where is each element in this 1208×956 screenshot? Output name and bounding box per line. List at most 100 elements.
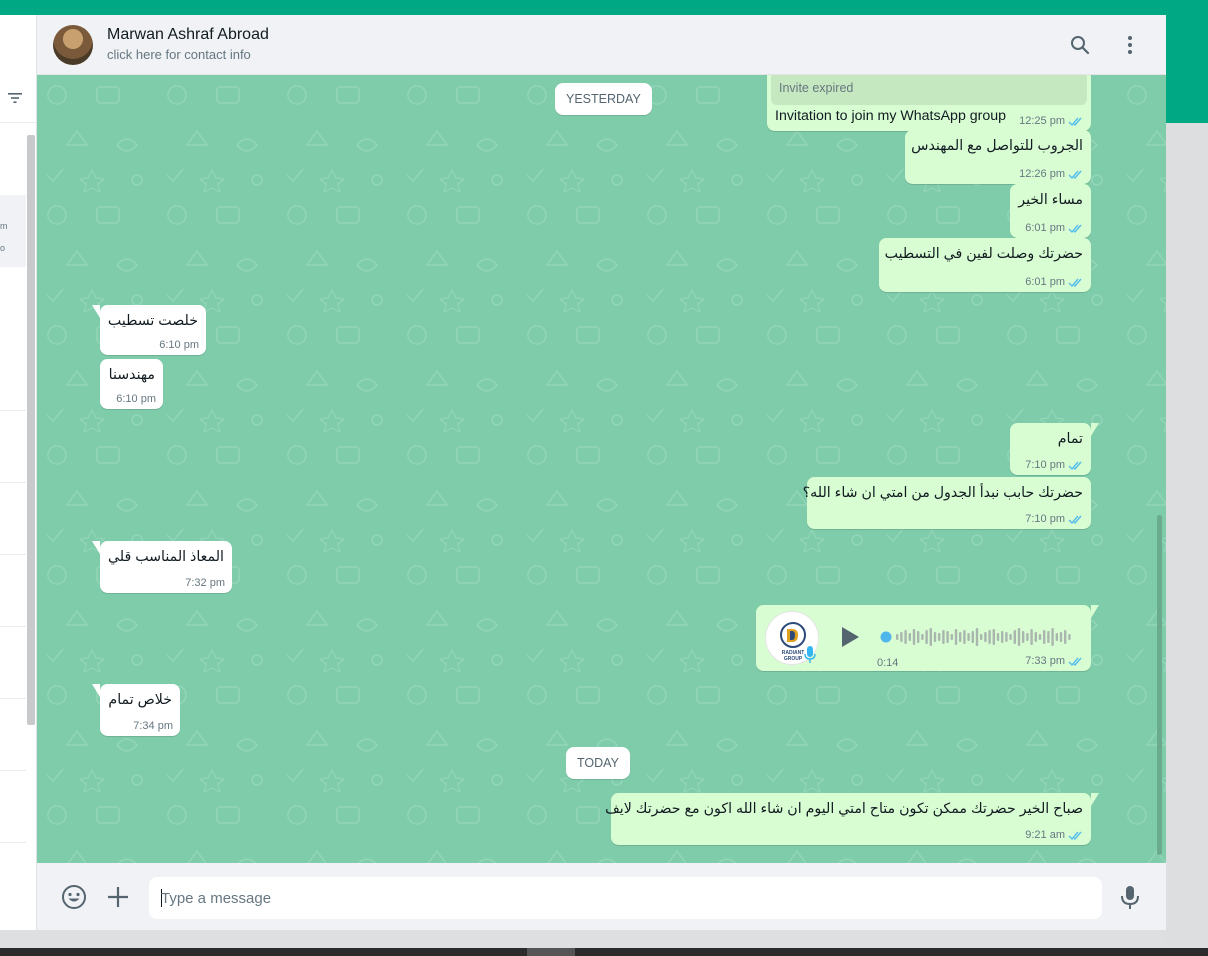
list-divider xyxy=(0,410,26,411)
attach-plus-icon[interactable] xyxy=(105,884,131,910)
waveform-bar xyxy=(946,631,949,643)
message-meta: 6:01 pm xyxy=(1025,276,1084,288)
waveform-bar xyxy=(1051,628,1054,646)
waveform-bar xyxy=(929,628,932,646)
waveform-bar xyxy=(954,629,958,645)
play-icon[interactable] xyxy=(839,625,861,649)
message-bubble-outgoing[interactable]: الجروب للتواصل مع المهندس 12:26 pm xyxy=(905,130,1091,184)
waveform-bar xyxy=(984,632,987,642)
waveform-bar xyxy=(1009,634,1012,640)
message-text: مساء الخير xyxy=(1018,192,1083,208)
conversation-header[interactable]: Marwan Ashraf Abroad click here for cont… xyxy=(37,15,1166,75)
message-time: 7:10 pm xyxy=(1025,513,1065,525)
message-bubble-outgoing[interactable]: حضرتك حابب نبدأ الجدول من امتي ان شاء ال… xyxy=(803,477,1091,529)
message-text: حضرتك وصلت لفين في التسطيب xyxy=(884,246,1083,262)
read-receipt-icon xyxy=(1068,224,1082,233)
message-bubble-incoming[interactable]: خلصت تسطيب 6:10 pm xyxy=(92,305,206,355)
message-meta: 7:32 pm xyxy=(185,577,225,589)
conversation-pane: Marwan Ashraf Abroad click here for cont… xyxy=(37,15,1166,930)
message-text: المعاذ المناسب قلي xyxy=(107,549,224,565)
message-input[interactable] xyxy=(161,877,1081,919)
message-bubble-outgoing[interactable]: تمام 7:10 pm xyxy=(1010,423,1099,475)
chat-list-panel: m o xyxy=(0,15,37,930)
waveform-bar xyxy=(950,634,953,640)
avatar[interactable] xyxy=(53,25,93,65)
message-bubble-outgoing[interactable]: حضرتك وصلت لفين في التسطيب 6:01 pm xyxy=(879,238,1091,292)
waveform-bar xyxy=(1038,634,1042,640)
chat-list-item-selected[interactable]: m o xyxy=(0,195,26,267)
waveform-bar xyxy=(1001,631,1004,643)
message-meta: 12:25 pm xyxy=(1019,115,1084,127)
list-divider xyxy=(0,626,26,627)
read-receipt-icon xyxy=(1068,461,1082,470)
message-meta: 7:34 pm xyxy=(133,720,173,732)
date-divider-today: TODAY xyxy=(566,747,630,779)
voice-duration: 0:14 xyxy=(877,657,899,669)
invite-preview[interactable]: Invite expired xyxy=(771,75,1087,105)
chat-list-scrollbar[interactable] xyxy=(27,135,35,725)
waveform-bar xyxy=(1043,630,1046,644)
waveform-bar xyxy=(988,630,991,644)
read-receipt-icon xyxy=(1068,657,1082,666)
message-time: 12:26 pm xyxy=(1019,168,1065,180)
voice-sender-avatar: RADIANT GROUP xyxy=(765,611,819,665)
waveform-bar xyxy=(1013,630,1016,644)
message-bubble-incoming[interactable]: المعاذ المناسب قلي 7:32 pm xyxy=(92,541,232,593)
message-time: 7:32 pm xyxy=(185,577,225,589)
message-bubble-outgoing[interactable]: مساء الخير 6:01 pm xyxy=(1010,184,1091,238)
search-icon[interactable] xyxy=(1068,33,1092,57)
radiant-logo-icon xyxy=(780,622,806,648)
waveform-bar xyxy=(1055,633,1058,641)
contact-info-hint[interactable]: click here for contact info xyxy=(107,47,251,62)
message-time: 9:21 am xyxy=(1025,829,1065,841)
waveform-bar xyxy=(1030,629,1033,645)
waveform-bar xyxy=(1047,631,1050,643)
taskbar-item[interactable] xyxy=(527,948,575,956)
message-time: 6:01 pm xyxy=(1025,222,1065,234)
message-bubble-outgoing[interactable]: صباح الخير حضرتك ممكن تكون متاح امتي الي… xyxy=(605,793,1099,845)
waveform-bar xyxy=(896,634,899,640)
message-bubble-incoming[interactable]: مهندسنا 6:10 pm xyxy=(100,359,163,409)
message-time: 6:10 pm xyxy=(116,393,156,405)
invite-status: Invite expired xyxy=(779,81,854,95)
message-time: 7:33 pm xyxy=(1025,655,1065,667)
message-text: صباح الخير حضرتك ممكن تكون متاح امتي الي… xyxy=(605,801,1083,817)
waveform-bar xyxy=(921,634,924,640)
filter-icon[interactable] xyxy=(7,91,23,105)
message-list-scrollbar[interactable] xyxy=(1157,515,1162,855)
read-receipt-icon xyxy=(1068,117,1082,126)
voice-message-bubble[interactable]: RADIANT GROUP 0:14 7:33 pm xyxy=(756,605,1099,671)
message-input-box[interactable] xyxy=(149,877,1102,919)
message-bubble-outgoing[interactable]: Invite expired Invitation to join my Wha… xyxy=(767,75,1091,131)
message-text: Invitation to join my WhatsApp group xyxy=(775,108,1007,124)
message-meta: 7:33 pm xyxy=(1025,655,1084,667)
message-meta: 6:10 pm xyxy=(116,393,156,405)
contact-name[interactable]: Marwan Ashraf Abroad xyxy=(107,26,269,44)
mic-badge-icon xyxy=(804,646,816,663)
audio-waveform[interactable] xyxy=(880,626,1072,648)
mic-icon[interactable] xyxy=(1117,884,1143,910)
message-list[interactable]: YESTERDAY TODAY Invite expired Invitatio… xyxy=(37,75,1166,863)
bubble-tail xyxy=(1091,793,1099,806)
chat-list-snippet: m o xyxy=(0,221,8,253)
waveform-bar xyxy=(996,633,1000,641)
waveform-bar xyxy=(1059,632,1063,642)
os-taskbar xyxy=(0,948,1208,956)
menu-dots-icon[interactable] xyxy=(1118,33,1142,57)
waveform-bar xyxy=(925,630,928,644)
message-time: 12:25 pm xyxy=(1019,115,1065,127)
waveform-bar xyxy=(1064,630,1067,644)
message-time: 7:34 pm xyxy=(133,720,173,732)
waveform-bar xyxy=(967,633,970,641)
waveform-bar xyxy=(971,631,974,643)
waveform-bar xyxy=(959,632,962,642)
waveform-bar xyxy=(942,630,945,644)
emoji-icon[interactable] xyxy=(61,884,87,910)
waveform-bar xyxy=(912,629,916,645)
message-bubble-incoming[interactable]: خلاص تمام 7:34 pm xyxy=(92,684,180,736)
read-receipt-icon xyxy=(1068,515,1082,524)
read-receipt-icon xyxy=(1068,278,1082,287)
waveform-bar xyxy=(992,629,995,645)
message-meta: 9:21 am xyxy=(1025,829,1084,841)
app-top-bar xyxy=(0,0,1208,15)
